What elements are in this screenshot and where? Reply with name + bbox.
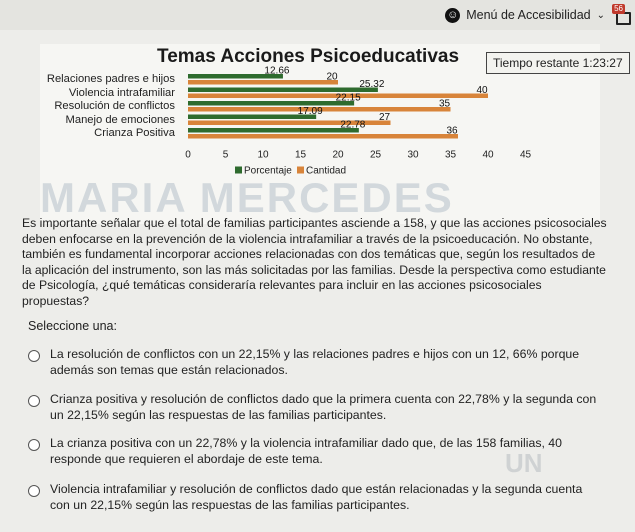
data-label: 35 bbox=[439, 99, 451, 110]
x-tick-label: 25 bbox=[370, 150, 382, 161]
data-label: 20 bbox=[326, 72, 338, 83]
x-tick-label: 45 bbox=[520, 150, 532, 161]
data-label: 25.32 bbox=[359, 79, 384, 90]
data-label: 27 bbox=[379, 112, 391, 123]
x-tick-label: 5 bbox=[223, 150, 229, 161]
accessibility-menu[interactable]: ☺ Menú de Accesibilidad ⌄ bbox=[445, 5, 605, 25]
x-tick-label: 35 bbox=[445, 150, 457, 161]
data-label: 22.15 bbox=[336, 93, 361, 104]
answer-option-d[interactable]: Violencia intrafamiliar y resolución de … bbox=[28, 482, 598, 513]
data-label: 17.09 bbox=[298, 106, 323, 117]
radio-button[interactable] bbox=[28, 350, 40, 362]
bar-cantidad bbox=[188, 80, 338, 85]
bar-chart: 12.66 20 25.32 40 22.15 35 17.09 27 22.78 36 0 5 10 1… bbox=[185, 66, 532, 177]
chart-figure: MARIA MERCEDES Temas Acciones Psicoeduca… bbox=[40, 44, 630, 224]
bar-porcentaje bbox=[188, 87, 378, 92]
select-prompt: Seleccione una: bbox=[28, 319, 117, 333]
answer-option-label: La resolución de conflictos con un 22,15… bbox=[50, 347, 580, 377]
top-bar: ☺ Menú de Accesibilidad ⌄ 56 bbox=[0, 0, 635, 30]
accessibility-menu-label: Menú de Accesibilidad bbox=[466, 8, 591, 22]
answer-option-label: Violencia intrafamiliar y resolución de … bbox=[50, 482, 583, 512]
chevron-down-icon: ⌄ bbox=[596, 9, 605, 21]
data-label: 22.78 bbox=[340, 120, 365, 131]
data-label: 12.66 bbox=[264, 66, 289, 77]
answer-option-b[interactable]: Crianza positiva y resolución de conflic… bbox=[28, 392, 598, 423]
x-tick-label: 15 bbox=[295, 150, 307, 161]
accessibility-icon: ☺ bbox=[445, 7, 461, 23]
bar-cantidad bbox=[188, 134, 458, 139]
answer-option-a[interactable]: La resolución de conflictos con un 22,15… bbox=[28, 347, 598, 378]
legend-swatch bbox=[235, 166, 242, 174]
x-tick-label: 30 bbox=[407, 150, 419, 161]
question-panel: MARIA MERCEDES Temas Acciones Psicoeduca… bbox=[0, 30, 635, 532]
radio-button[interactable] bbox=[28, 395, 40, 407]
data-label: 40 bbox=[476, 85, 488, 96]
notification-badge: 56 bbox=[612, 4, 625, 14]
radio-button[interactable] bbox=[28, 439, 40, 451]
bar-porcentaje bbox=[188, 101, 355, 106]
radio-button[interactable] bbox=[28, 485, 40, 497]
x-tick-label: 20 bbox=[332, 150, 344, 161]
legend-label: Porcentaje bbox=[244, 166, 292, 177]
data-label: 36 bbox=[446, 126, 458, 137]
x-tick-label: 0 bbox=[185, 150, 191, 161]
notifications-button[interactable]: 56 bbox=[611, 4, 631, 25]
stamp-watermark: UN bbox=[505, 448, 543, 478]
answer-option-label: Crianza positiva y resolución de conflic… bbox=[50, 392, 597, 422]
question-text: Es importante señalar que el total de fa… bbox=[22, 216, 607, 308]
legend-label: Cantidad bbox=[306, 166, 346, 177]
x-tick-label: 40 bbox=[482, 150, 494, 161]
legend-swatch bbox=[297, 166, 304, 174]
x-tick-label: 10 bbox=[257, 150, 269, 161]
bar-porcentaje bbox=[188, 128, 359, 133]
